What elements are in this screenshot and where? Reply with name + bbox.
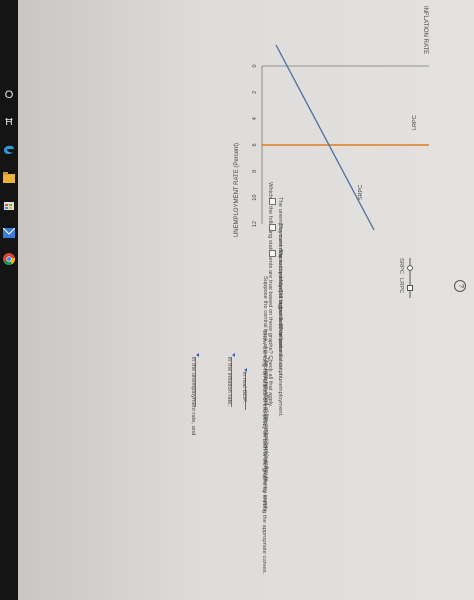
srpc-tool-label: SRPC	[398, 258, 404, 275]
answer-mid-1: in the inflation rate,	[226, 357, 232, 406]
store-icon[interactable]	[2, 198, 16, 212]
lrpc-label: LRPC	[412, 115, 418, 130]
srpc-label: SRPC	[358, 185, 364, 200]
unemployment-dropdown-arrow-icon[interactable]	[196, 353, 199, 357]
answer-sentence-start: The long-run effect of the central bank'…	[263, 357, 269, 482]
srpc-tool[interactable]	[406, 258, 414, 278]
phillips-curve-graph: INFLATION RATE 0 2 4 6 8 10 12 UNEMPLOYMENT RA…	[234, 6, 429, 237]
taskbar: O Ħ	[0, 0, 18, 600]
lrpc-tool[interactable]	[406, 278, 414, 298]
x-tick-label: 2	[252, 91, 258, 94]
assignment-content: INFLATION RATE 0 2 4 6 8 10 12 UNEMPLOYMENT RA…	[18, 0, 474, 600]
mail-icon[interactable]	[2, 226, 16, 240]
x-tick-label: 8	[252, 170, 258, 173]
answer-end: in real GDP.	[241, 372, 247, 403]
x-axis-ticks: 0 2 4 6 8 10 12	[252, 64, 258, 227]
answer-mid-2: in the unemployment rate, and	[190, 357, 196, 436]
y-axis-title: INFLATION RATE	[422, 6, 428, 54]
start-button[interactable]: O	[2, 88, 16, 102]
inflation-dropdown-arrow-icon[interactable]	[232, 353, 235, 357]
task-view-button[interactable]: Ħ	[2, 116, 16, 130]
option-3-checkbox[interactable]	[269, 250, 276, 257]
x-tick-label: 0	[252, 64, 258, 67]
srpc-curve[interactable]	[275, 44, 375, 231]
option-1-checkbox[interactable]	[269, 198, 276, 205]
option-2-checkbox[interactable]	[269, 224, 276, 231]
x-tick-label: 4	[252, 117, 258, 120]
x-tick-label: 12	[252, 221, 258, 227]
x-tick-label: 10	[252, 195, 258, 201]
chrome-icon[interactable]	[2, 252, 16, 266]
lrpc-tool-label: LRPC	[398, 278, 404, 294]
help-icon[interactable]: ?	[454, 280, 466, 292]
file-explorer-icon[interactable]	[2, 170, 16, 184]
edge-icon[interactable]	[2, 142, 16, 156]
browser-page: INFLATION RATE 0 2 4 6 8 10 12 UNEMPLOYMENT RA…	[18, 0, 474, 600]
x-axis-title: UNEMPLOYMENT RATE (Percent)	[234, 143, 240, 237]
x-tick-label: 6	[252, 143, 258, 146]
option-3-label: The natural level of output is $9 trilli…	[277, 249, 283, 349]
